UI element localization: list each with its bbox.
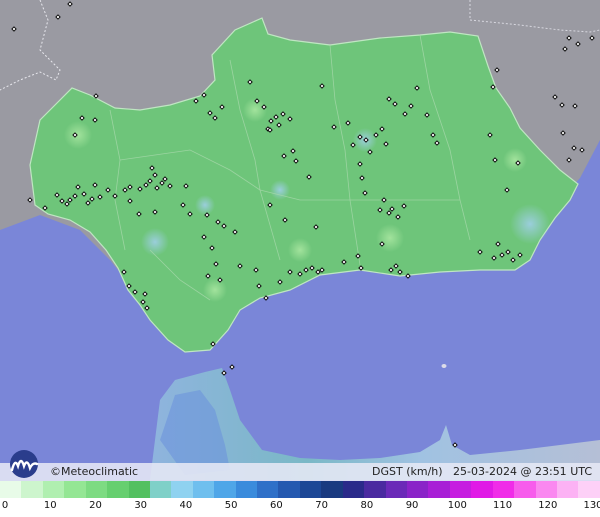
color-bar-segment (428, 481, 450, 498)
scale-tick-label: 110 (492, 500, 513, 511)
wind-hotspot (510, 204, 550, 244)
color-bar-segment (214, 481, 236, 498)
color-bar-segment (385, 481, 408, 498)
color-bar-segment (556, 481, 579, 498)
color-bar-segment (492, 481, 515, 498)
color-bar-segment (535, 481, 557, 498)
info-bar: ©Meteoclimatic DGST (km/h) 25-03-2024 @ … (0, 450, 600, 481)
scale-tick-label: 50 (224, 500, 238, 511)
color-bar-segment (364, 481, 386, 498)
scale-tick-label: 0 (1, 500, 9, 511)
color-bar-segment (471, 481, 493, 498)
scale-tick-label: 80 (360, 500, 374, 511)
wind-hotspot (503, 148, 527, 172)
color-bar-segment (21, 481, 43, 498)
time-label: 23:51 (534, 465, 567, 478)
unit-label: (km/h) (406, 465, 443, 478)
scale-tick-label: 70 (315, 500, 328, 511)
color-bar-segment (299, 481, 322, 498)
wind-hotspot (203, 278, 227, 302)
date-label: 25-03-2024 (453, 465, 517, 478)
scale-tick-label: 30 (134, 500, 148, 511)
color-bar-segment (107, 481, 129, 498)
color-bar-segment (257, 481, 279, 498)
scale-tick-label: 10 (43, 500, 57, 511)
scale-tick-label: 40 (179, 500, 193, 511)
color-bar-segment (578, 481, 600, 498)
timezone-label: UTC (570, 465, 592, 478)
color-bar-segment (0, 481, 22, 498)
color-bar-segment (407, 481, 429, 498)
variable-label: DGST (371, 465, 403, 478)
color-bar-segment (235, 481, 258, 498)
color-bar-segment (514, 481, 536, 498)
brand-label: Meteoclimatic (61, 465, 139, 478)
copyright-symbol: © (50, 465, 61, 478)
scale-tick-label: 20 (89, 500, 102, 511)
map-metadata: DGST (km/h) 25-03-2024 @ 23:51 UTC (372, 465, 592, 478)
scale-tick-label: 60 (270, 500, 283, 511)
wind-hotspot (141, 228, 169, 256)
scale-tick-label: 100 (447, 500, 467, 511)
wind-hotspot (64, 121, 92, 149)
color-bar-segment (171, 481, 193, 498)
color-bar-segment (342, 481, 365, 498)
color-bar-segment (192, 481, 215, 498)
color-bar-segment (149, 481, 172, 498)
color-bar-segment (321, 481, 343, 498)
at-symbol: @ (520, 465, 532, 478)
color-bar-segment (128, 481, 150, 498)
color-bar-segment (64, 481, 86, 498)
color-bar-segment (278, 481, 300, 498)
color-bar-segment (449, 481, 472, 498)
wind-hotspot (288, 238, 312, 262)
wind-hotspot (195, 195, 215, 215)
scale-tick-label: 90 (405, 500, 419, 511)
color-bar-segment (85, 481, 108, 498)
brand-name: ©Meteoclimatic (50, 465, 138, 478)
island (441, 364, 447, 368)
map-canvas (0, 0, 600, 480)
color-bar-segment (42, 481, 65, 498)
footer: ©Meteoclimatic DGST (km/h) 25-03-2024 @ … (0, 450, 600, 517)
scale-tick-label: 130 (583, 500, 600, 511)
color-scale: 0 10 20 30 40 50 60 70 80 90 100 110 120 130 (0, 481, 600, 517)
meteoclimatic-logo (10, 450, 39, 478)
color-bar (0, 481, 600, 498)
scale-tick-label: 120 (538, 500, 558, 511)
wind-hotspot (376, 224, 404, 252)
